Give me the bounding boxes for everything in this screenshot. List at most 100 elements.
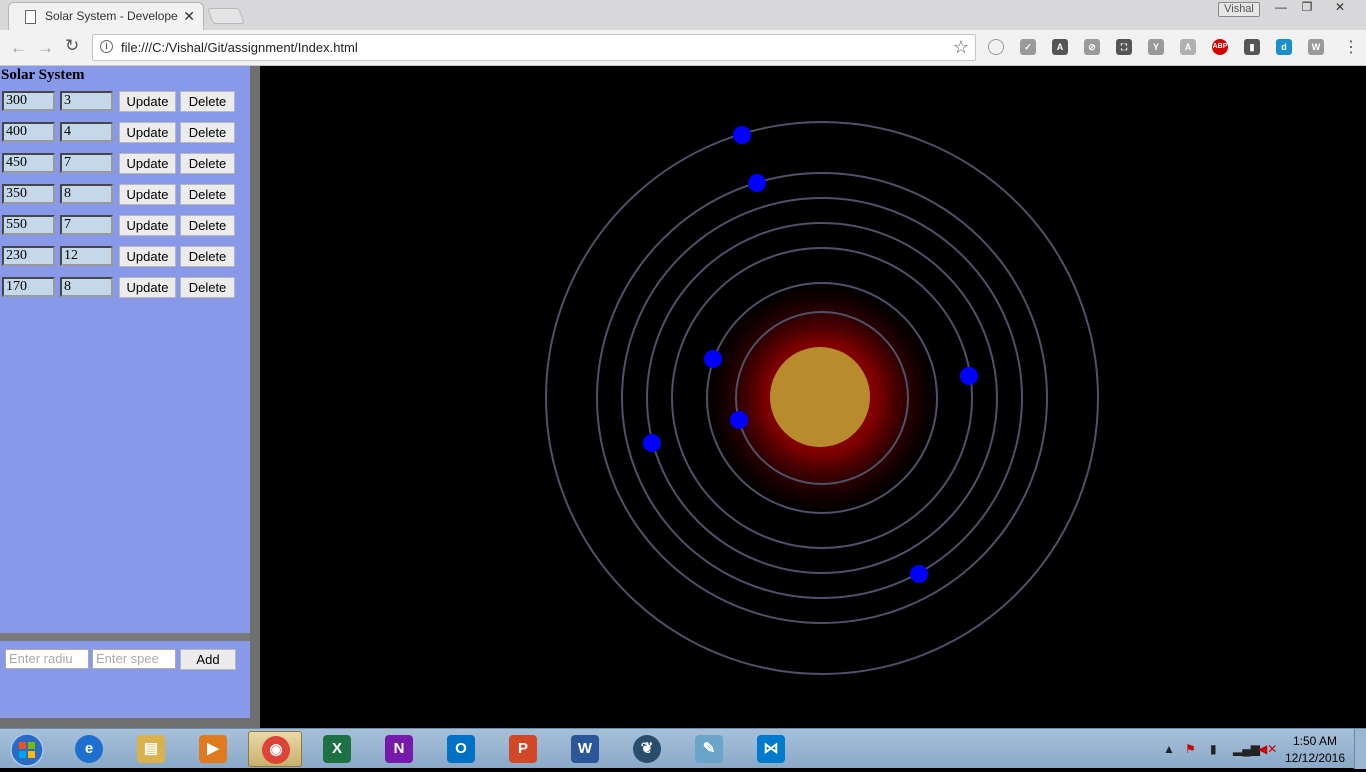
start-button[interactable]	[5, 731, 45, 767]
delete-button[interactable]: Delete	[180, 246, 235, 267]
show-desktop-button[interactable]	[1354, 729, 1366, 769]
radius-input[interactable]: Enter radiu	[5, 649, 89, 669]
tab-solar-system[interactable]: Solar System - Develope ✕	[8, 2, 204, 30]
media-player-icon: ▶	[199, 735, 227, 763]
planet-radius-input[interactable]: 450	[2, 153, 55, 173]
profile-button[interactable]: Vishal	[1218, 2, 1260, 17]
planet	[910, 565, 928, 583]
check-icon[interactable]: ✓	[1020, 39, 1036, 55]
notepad-icon: ✎	[695, 735, 723, 763]
taskbar-app[interactable]: ▶	[186, 731, 240, 767]
solar-system-canvas	[545, 121, 1099, 675]
close-tab-icon[interactable]: ✕	[183, 8, 195, 25]
taskbar-app[interactable]: ✎	[682, 731, 736, 767]
y-icon[interactable]: Y	[1148, 39, 1164, 55]
angular-icon[interactable]: A	[1052, 39, 1068, 55]
windows-taskbar: e ▤ ▶ ◉ X N O P W ❦ ✎ ⋈ ▲ ⚑ ▮ ▂▄▆ ◀✕ 1:50 AM 12/12/…	[0, 728, 1366, 769]
planet-speed-input[interactable]: 4	[60, 122, 113, 142]
app-tree-icon: ❦	[633, 735, 661, 763]
update-button[interactable]: Update	[119, 153, 176, 174]
address-bar[interactable]: i file:///C:/Vishal/Git/assignment/Index…	[92, 34, 976, 61]
speed-input[interactable]: Enter spee	[92, 649, 176, 669]
delete-button[interactable]: Delete	[180, 122, 235, 143]
adblock-icon[interactable]: ABP	[1212, 39, 1228, 55]
taskbar-app[interactable]: X	[310, 731, 364, 767]
new-tab-button[interactable]	[207, 8, 245, 24]
browser-toolbar: ← → ↻ i file:///C:/Vishal/Git/assignment…	[0, 30, 1366, 66]
powerpoint-icon: P	[509, 735, 537, 763]
delete-button[interactable]: Delete	[180, 91, 235, 112]
reload-icon[interactable]: ↻	[65, 36, 79, 56]
url-text[interactable]: file:///C:/Vishal/Git/assignment/Index.h…	[121, 40, 358, 55]
close-window-button[interactable]: ✕	[1322, 0, 1358, 18]
bookmark-star-icon[interactable]: ☆	[953, 37, 969, 58]
forward-icon[interactable]: →	[37, 38, 54, 58]
clock-date[interactable]: 12/12/2016	[1282, 751, 1348, 765]
network-icon[interactable]: ▂▄▆	[1233, 742, 1260, 756]
update-button[interactable]: Update	[119, 122, 176, 143]
planet-speed-input[interactable]: 8	[60, 277, 113, 297]
taskbar-app[interactable]: P	[496, 731, 550, 767]
minimize-button[interactable]: —	[1270, 0, 1292, 18]
clock-time[interactable]: 1:50 AM	[1284, 734, 1346, 748]
update-button[interactable]: Update	[119, 215, 176, 236]
planet-speed-input[interactable]: 3	[60, 91, 113, 111]
taskbar-app[interactable]: O	[434, 731, 488, 767]
planet-speed-input[interactable]: 7	[60, 153, 113, 173]
planet-radius-input[interactable]: 230	[2, 246, 55, 266]
taskbar-app[interactable]: ◉	[248, 731, 302, 767]
menu-icon[interactable]: ⋮	[1343, 37, 1359, 57]
planet-radius-input[interactable]: 300	[2, 91, 55, 111]
w-icon[interactable]: W	[1308, 39, 1324, 55]
delete-button[interactable]: Delete	[180, 277, 235, 298]
sun	[770, 347, 870, 447]
taskbar-app[interactable]: ⋈	[744, 731, 798, 767]
delete-button[interactable]: Delete	[180, 184, 235, 205]
taskbar-app[interactable]: N	[372, 731, 426, 767]
planet-radius-input[interactable]: 350	[2, 184, 55, 204]
info-icon[interactable]: i	[100, 40, 113, 53]
delete-button[interactable]: Delete	[180, 153, 235, 174]
update-button[interactable]: Update	[119, 184, 176, 205]
panel-bottom-border	[0, 718, 250, 728]
add-button[interactable]: Add	[180, 649, 236, 670]
taskbar-app[interactable]: ❦	[620, 731, 674, 767]
vscode-icon: ⋈	[757, 735, 785, 763]
planet-speed-input[interactable]: 8	[60, 184, 113, 204]
planet-radius-input[interactable]: 170	[2, 277, 55, 297]
planet	[730, 411, 748, 429]
excel-icon: X	[323, 735, 351, 763]
battery-icon[interactable]: ▮	[1210, 742, 1217, 756]
volume-muted-icon[interactable]: ◀✕	[1258, 742, 1277, 756]
d-icon[interactable]: d	[1276, 39, 1292, 55]
tab-strip: Solar System - Develope ✕ Vishal — ❐ ✕	[0, 0, 1366, 30]
circle-icon[interactable]	[988, 39, 1004, 55]
update-button[interactable]: Update	[119, 91, 176, 112]
internet-explorer-icon: e	[75, 735, 103, 763]
notes-icon[interactable]: ▮	[1244, 39, 1260, 55]
planet-speed-input[interactable]: 12	[60, 246, 113, 266]
restore-button[interactable]: ❐	[1296, 0, 1318, 18]
planet	[960, 367, 978, 385]
update-button[interactable]: Update	[119, 246, 176, 267]
planet-speed-input[interactable]: 7	[60, 215, 113, 235]
taskbar-app[interactable]: W	[558, 731, 612, 767]
planet	[704, 350, 722, 368]
angular-grey-icon[interactable]: A	[1180, 39, 1196, 55]
action-center-icon[interactable]: ⚑	[1185, 742, 1196, 756]
planet-radius-input[interactable]: 550	[2, 215, 55, 235]
screenshot-icon[interactable]: ⛶	[1116, 39, 1132, 55]
onenote-icon: N	[385, 735, 413, 763]
taskbar-app[interactable]: e	[62, 731, 116, 767]
tray-expand-icon[interactable]: ▲	[1163, 742, 1175, 756]
planet	[643, 434, 661, 452]
eye-off-icon[interactable]: ⊘	[1084, 39, 1100, 55]
delete-button[interactable]: Delete	[180, 215, 235, 236]
update-button[interactable]: Update	[119, 277, 176, 298]
taskbar-app[interactable]: ▤	[124, 731, 178, 767]
planet	[733, 126, 751, 144]
control-panel: Solar System 300 3 Update Delete 400 4 Update D…	[0, 66, 250, 718]
planet-radius-input[interactable]: 400	[2, 122, 55, 142]
panel-gutter	[250, 66, 260, 728]
back-icon[interactable]: ←	[10, 38, 27, 58]
